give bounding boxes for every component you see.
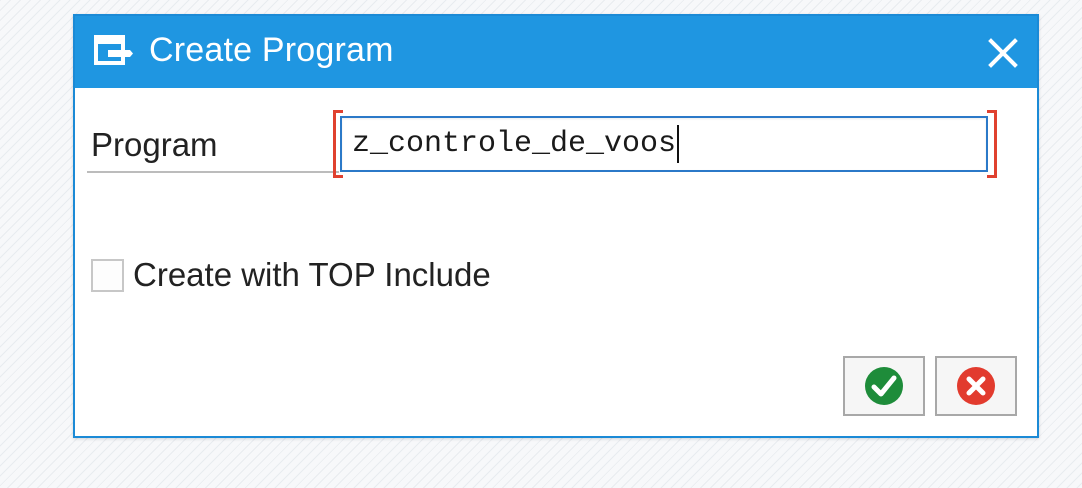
checkmark-icon — [863, 365, 905, 407]
cancel-button[interactable] — [935, 356, 1017, 416]
dialog-titlebar[interactable]: Create Program — [75, 16, 1037, 88]
program-input[interactable]: z_controle_de_voos — [340, 116, 988, 172]
confirm-button[interactable] — [843, 356, 925, 416]
program-field: z_controle_de_voos — [333, 108, 997, 180]
text-caret — [677, 125, 680, 163]
label-divider — [87, 171, 339, 173]
cancel-icon — [955, 365, 997, 407]
close-icon[interactable] — [983, 33, 1023, 73]
program-input-value: z_controle_de_voos — [352, 127, 677, 161]
top-include-checkbox[interactable] — [91, 259, 124, 292]
required-marker-right — [987, 110, 997, 178]
program-label: Program — [91, 126, 218, 163]
create-program-dialog: Create Program Program z_controle_de_voo… — [73, 14, 1039, 438]
create-object-icon — [94, 34, 134, 66]
top-include-label[interactable]: Create with TOP Include — [133, 255, 491, 295]
dialog-title: Create Program — [149, 31, 394, 69]
